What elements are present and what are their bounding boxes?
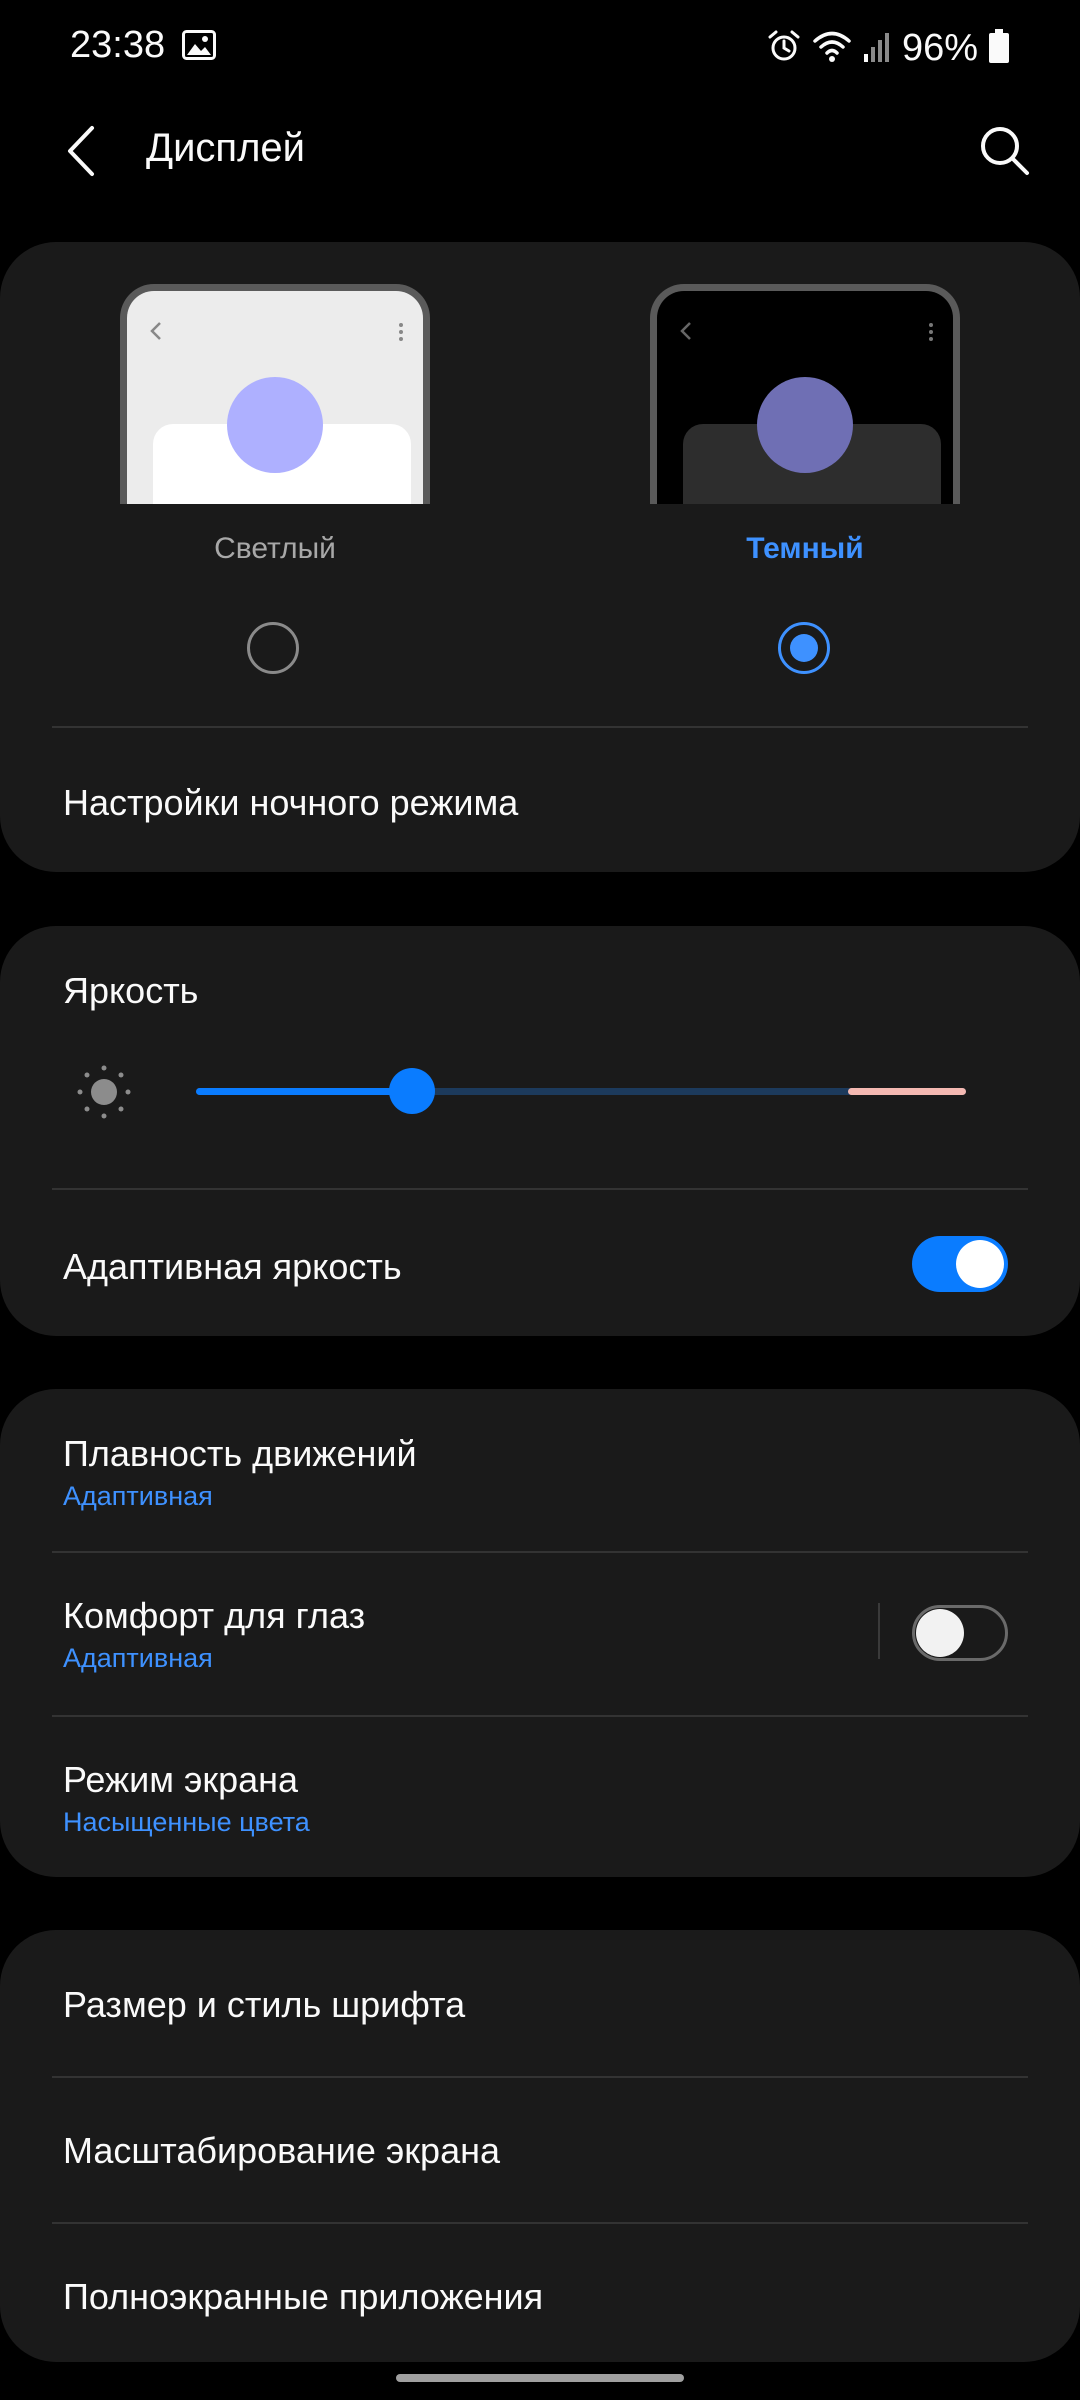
display-options-card: Плавность движений Адаптивная Комфорт дл… xyxy=(0,1389,1080,1877)
fullscreen-apps-row[interactable]: Полноэкранные приложения xyxy=(0,2224,1080,2362)
dark-theme-preview[interactable] xyxy=(650,284,960,504)
light-preview-illustration xyxy=(150,322,411,504)
brightness-slider-thumb[interactable] xyxy=(388,1068,435,1114)
screen-mode-row[interactable]: Режим экрана Насыщенные цвета xyxy=(0,1717,1080,1877)
divider xyxy=(52,726,1028,728)
search-button[interactable] xyxy=(970,116,1040,186)
chevron-left-icon xyxy=(68,126,94,176)
divider xyxy=(52,1188,1028,1190)
dark-theme-radio-dot xyxy=(790,634,818,662)
screen-mode-value: Насыщенные цвета xyxy=(63,1807,310,1837)
toggle-knob xyxy=(956,1240,1004,1288)
eye-comfort-toggle[interactable] xyxy=(912,1605,1008,1661)
search-icon xyxy=(981,127,1029,175)
status-time: 23:38 xyxy=(70,24,166,66)
battery-icon xyxy=(988,28,1010,69)
dark-preview-illustration xyxy=(680,322,941,504)
light-theme-label: Светлый xyxy=(214,532,336,565)
brightness-title: Яркость xyxy=(63,970,199,1011)
vertical-divider xyxy=(878,1603,880,1659)
dark-theme-radio[interactable] xyxy=(778,622,830,674)
brightness-high-zone xyxy=(848,1088,966,1095)
adaptive-brightness-label: Адаптивная яркость xyxy=(63,1246,402,1287)
status-icons: 96% xyxy=(766,24,1010,72)
motion-smoothness-value: Адаптивная xyxy=(63,1481,213,1511)
screen-zoom-row[interactable]: Масштабирование экрана xyxy=(0,2078,1080,2222)
image-icon xyxy=(182,30,216,60)
fullscreen-apps-label: Полноэкранные приложения xyxy=(63,2276,544,2317)
eye-comfort-row[interactable]: Комфорт для глаз Адаптивная xyxy=(0,1553,870,1713)
dark-theme-label: Темный xyxy=(746,532,864,565)
screen-zoom-label: Масштабирование экрана xyxy=(63,2130,500,2171)
light-theme-preview[interactable] xyxy=(120,284,430,504)
app-header: Дисплей xyxy=(0,96,1080,206)
light-theme-radio[interactable] xyxy=(247,622,299,674)
motion-smoothness-row[interactable]: Плавность движений Адаптивная xyxy=(0,1389,1080,1551)
motion-smoothness-title: Плавность движений xyxy=(63,1433,417,1474)
toggle-knob xyxy=(916,1609,964,1657)
brightness-slider-fill xyxy=(196,1088,412,1095)
night-mode-settings[interactable]: Настройки ночного режима xyxy=(63,782,518,824)
sun-icon xyxy=(76,1064,132,1125)
screen-mode-title: Режим экрана xyxy=(63,1759,299,1800)
font-size-style-row[interactable]: Размер и стиль шрифта xyxy=(0,1930,1080,2076)
home-indicator[interactable] xyxy=(396,2374,684,2382)
back-button[interactable] xyxy=(50,116,120,186)
theme-card: Светлый Темный Настройки ночного режима xyxy=(0,242,1080,872)
signal-icon xyxy=(862,28,892,69)
eye-comfort-title: Комфорт для глаз xyxy=(63,1595,366,1636)
page-title: Дисплей xyxy=(146,126,306,170)
brightness-card: Яркость Адаптивная яркость xyxy=(0,926,1080,1336)
battery-percent: 96% xyxy=(901,26,978,69)
adaptive-brightness-toggle[interactable] xyxy=(912,1236,1008,1292)
status-bar: 23:38 96% xyxy=(0,0,1080,96)
eye-comfort-value: Адаптивная xyxy=(63,1643,213,1673)
alarm-icon xyxy=(766,28,802,69)
wifi-icon xyxy=(812,28,852,69)
font-options-card: Размер и стиль шрифта Масштабирование эк… xyxy=(0,1930,1080,2362)
font-size-style-label: Размер и стиль шрифта xyxy=(63,1984,466,2025)
brightness-slider[interactable] xyxy=(196,1064,966,1120)
